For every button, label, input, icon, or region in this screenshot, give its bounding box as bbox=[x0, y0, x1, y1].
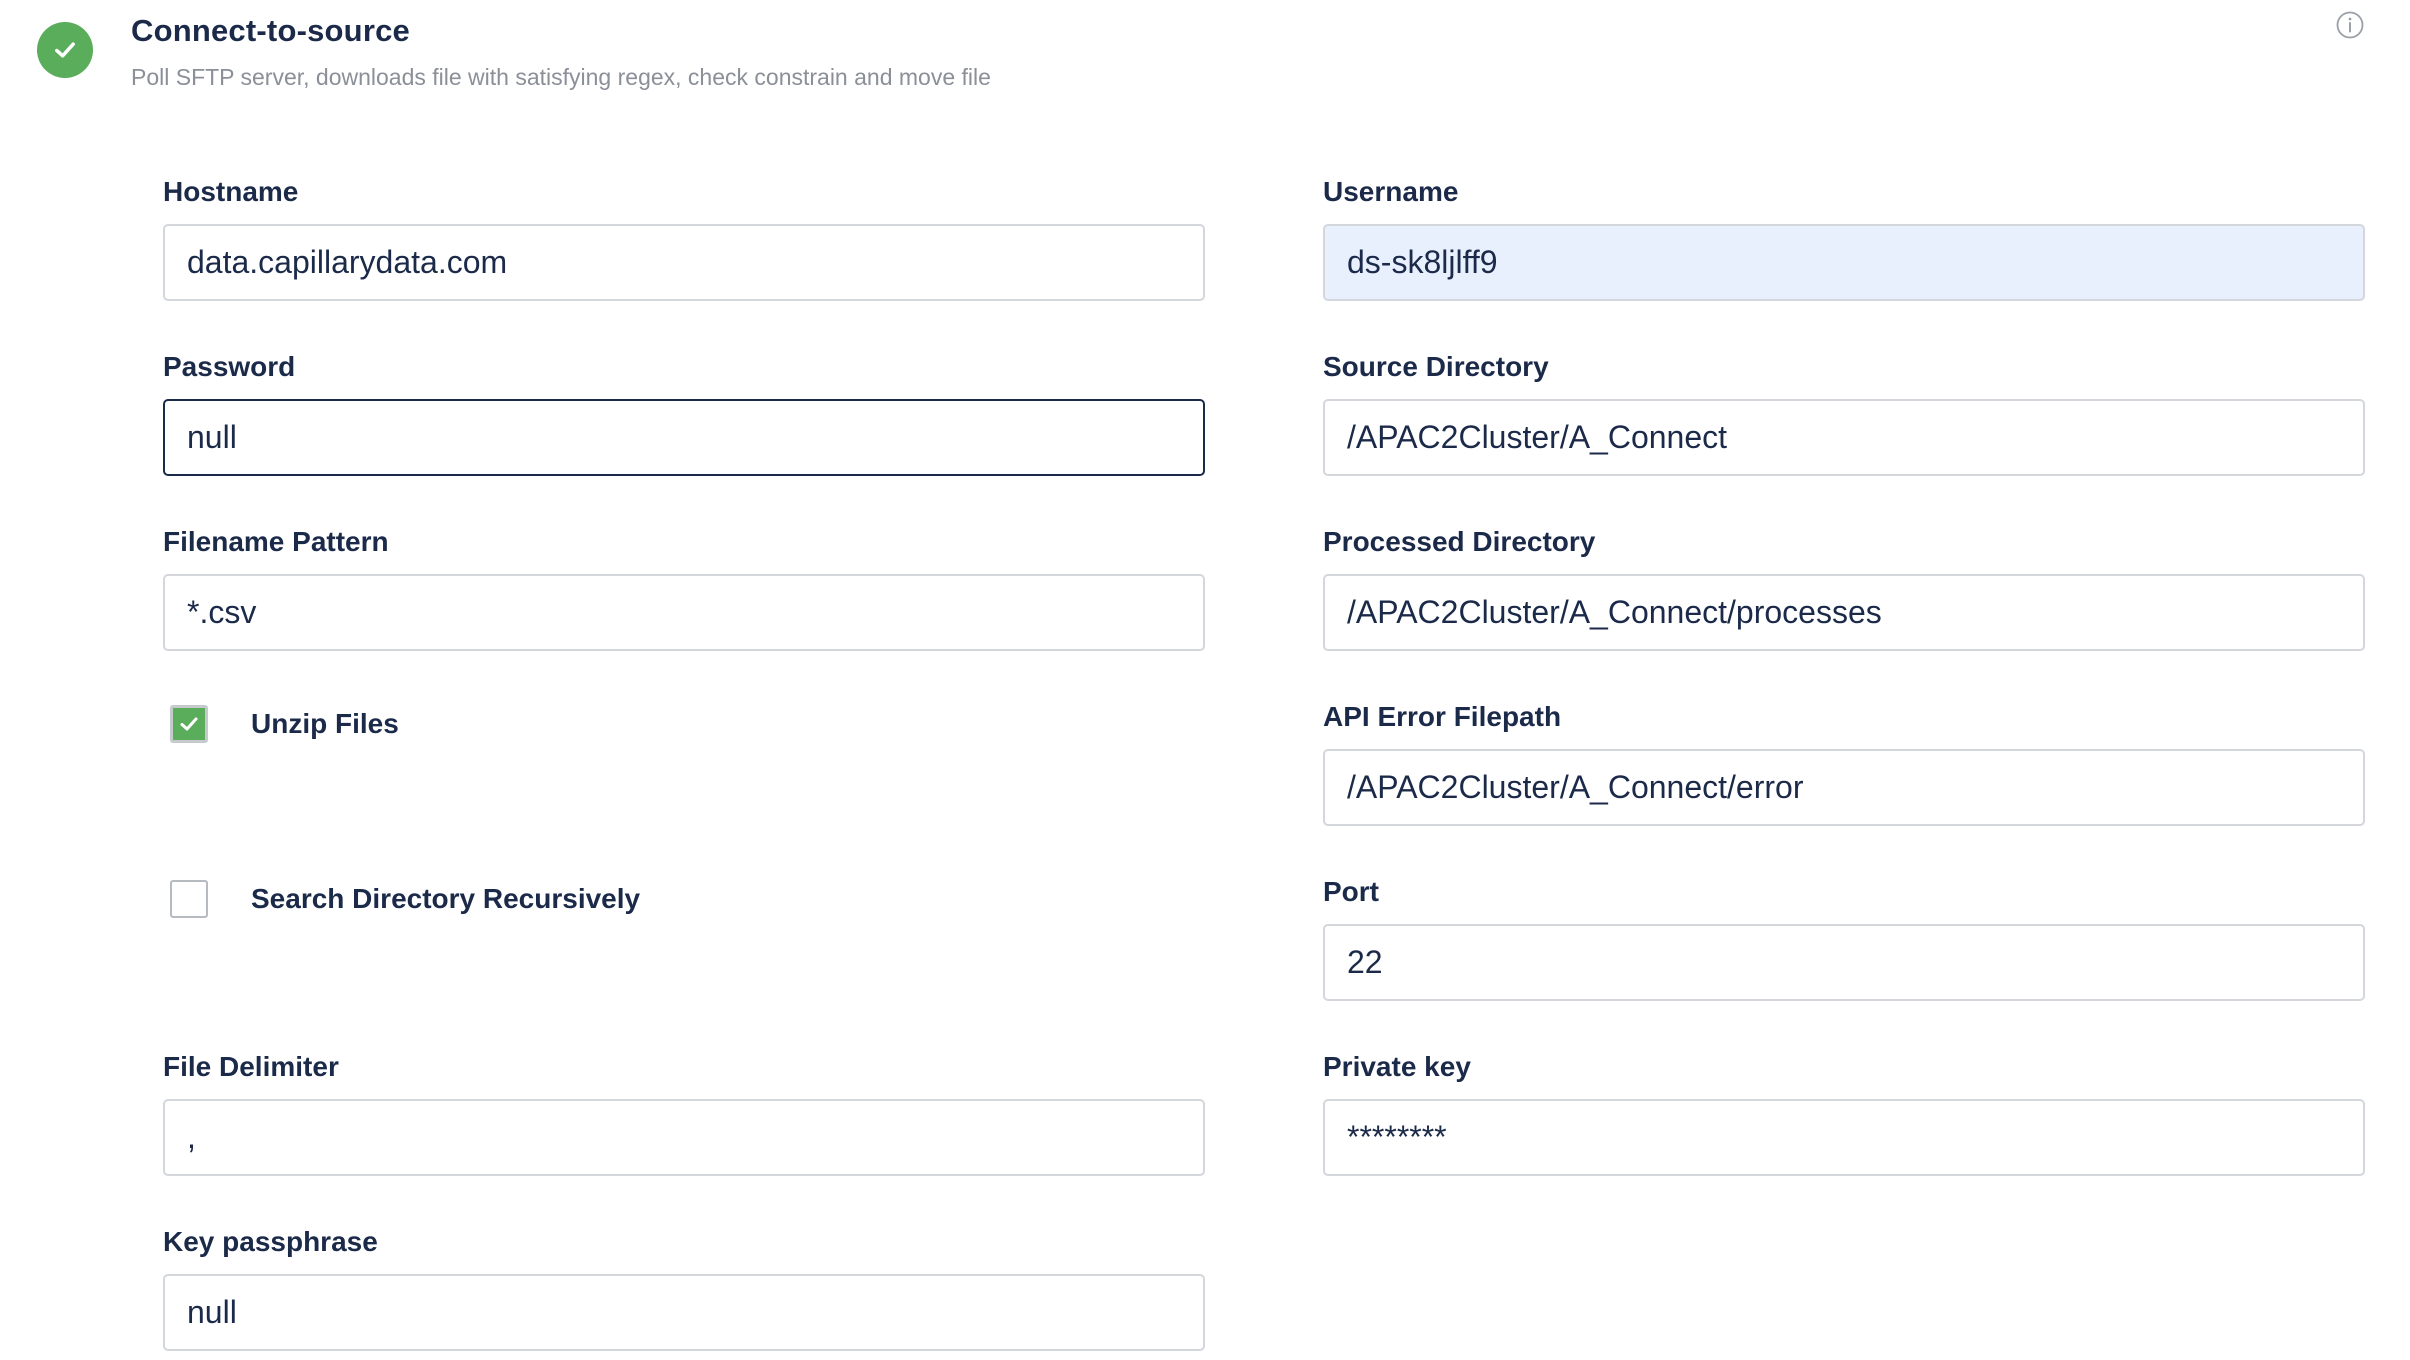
private-key-label: Private key bbox=[1323, 1051, 1471, 1082]
source-directory-input[interactable] bbox=[1323, 399, 2365, 476]
processed-directory-input[interactable] bbox=[1323, 574, 2365, 651]
unzip-files-checkbox[interactable] bbox=[170, 705, 208, 743]
key-passphrase-label: Key passphrase bbox=[163, 1226, 378, 1257]
port-input[interactable] bbox=[1323, 924, 2365, 1001]
page-title: Connect-to-source bbox=[131, 13, 410, 48]
source-directory-label: Source Directory bbox=[1323, 351, 1549, 382]
search-recursively-label[interactable]: Search Directory Recursively bbox=[251, 883, 640, 915]
file-delimiter-input[interactable] bbox=[163, 1099, 1205, 1176]
status-badge bbox=[37, 22, 93, 78]
search-recursively-checkbox[interactable] bbox=[170, 880, 208, 918]
file-delimiter-label: File Delimiter bbox=[163, 1051, 339, 1082]
username-label: Username bbox=[1323, 176, 1459, 207]
hostname-label: Hostname bbox=[163, 176, 299, 207]
port-label: Port bbox=[1323, 876, 1379, 907]
unzip-files-label[interactable]: Unzip Files bbox=[251, 708, 399, 740]
api-error-filepath-label: API Error Filepath bbox=[1323, 701, 1562, 732]
key-passphrase-input[interactable] bbox=[163, 1274, 1205, 1351]
hostname-input[interactable] bbox=[163, 224, 1205, 301]
check-icon bbox=[180, 717, 198, 731]
username-input[interactable] bbox=[1323, 224, 2365, 301]
unzip-files-option[interactable]: Unzip Files bbox=[170, 703, 399, 745]
processed-directory-label: Processed Directory bbox=[1323, 526, 1596, 557]
page-subtitle: Poll SFTP server, downloads file with sa… bbox=[131, 64, 991, 90]
password-input[interactable] bbox=[163, 399, 1205, 476]
api-error-filepath-input[interactable] bbox=[1323, 749, 2365, 826]
search-recursively-option[interactable]: Search Directory Recursively bbox=[170, 878, 640, 920]
filename-pattern-label: Filename Pattern bbox=[163, 526, 389, 557]
info-icon[interactable] bbox=[2335, 10, 2365, 40]
private-key-input[interactable] bbox=[1323, 1099, 2365, 1176]
password-label: Password bbox=[163, 351, 296, 382]
filename-pattern-input[interactable] bbox=[163, 574, 1205, 651]
check-icon bbox=[55, 42, 75, 58]
